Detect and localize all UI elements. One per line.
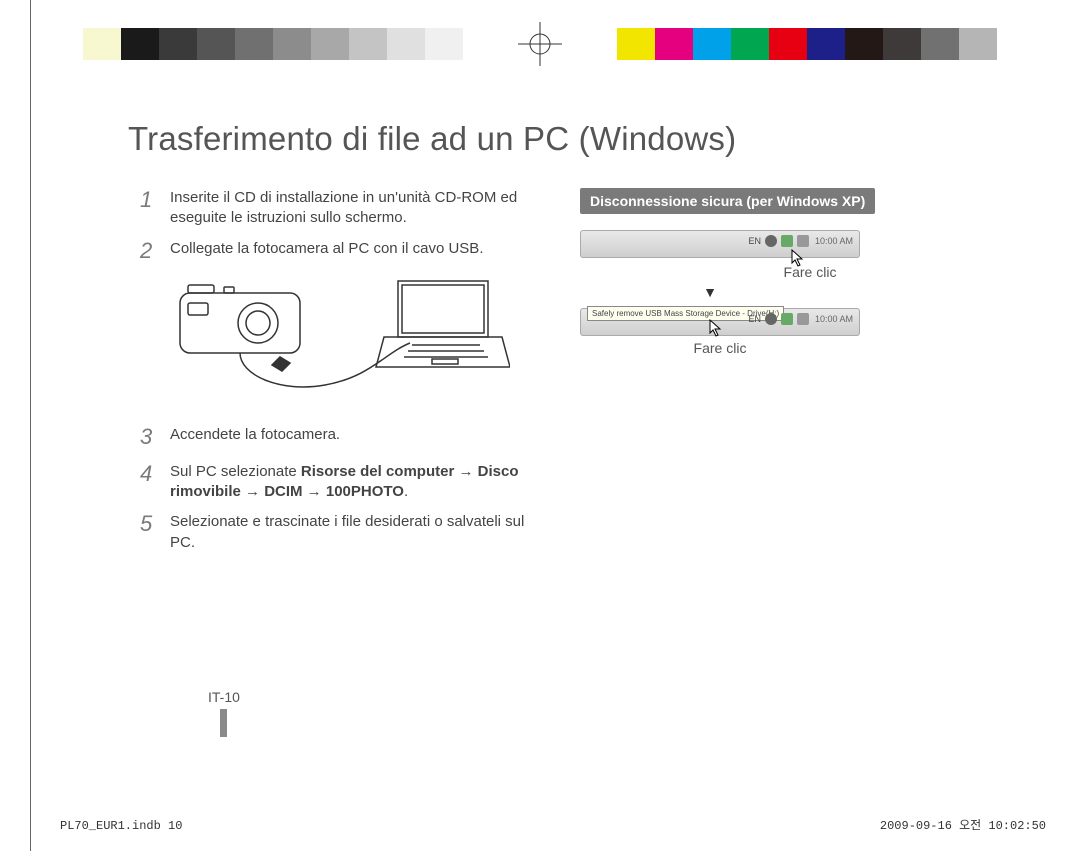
tray-brand-icon — [765, 235, 777, 247]
color-swatch — [349, 28, 387, 60]
tray-clock: 10:00 AM — [815, 314, 853, 324]
color-swatch — [273, 28, 311, 60]
step-bold: Risorse del computer — [301, 463, 454, 480]
color-swatch — [159, 28, 197, 60]
step-text: Selezionate e trascinate i file desidera… — [170, 512, 540, 553]
arrow-down-icon: ▼ — [700, 284, 720, 300]
color-swatch — [731, 28, 769, 60]
cursor-icon — [791, 249, 805, 267]
color-swatch — [807, 28, 845, 60]
step-text-prefix: Sul PC selezionate — [170, 463, 301, 480]
page-content: Trasferimento di file ad un PC (Windows)… — [60, 100, 1020, 791]
color-swatch — [997, 28, 1035, 60]
color-bar — [45, 28, 501, 60]
taskbar-screenshot-1: EN 10:00 AM — [580, 230, 860, 258]
safely-remove-icon — [781, 313, 793, 325]
page-number: IT-10 — [208, 689, 240, 737]
color-swatch — [579, 28, 617, 60]
color-swatch — [463, 28, 501, 60]
color-swatch — [387, 28, 425, 60]
color-swatch — [655, 28, 693, 60]
step-text: Collegate la fotocamera al PC con il cav… — [170, 239, 540, 266]
step-text: Inserite il CD di installazione in un'un… — [170, 188, 540, 229]
content-columns: 1 Inserite il CD di installazione in un'… — [140, 188, 1020, 563]
color-swatch — [45, 28, 83, 60]
cursor-icon — [709, 319, 723, 337]
step-5: 5 Selezionate e trascinate i file deside… — [140, 512, 540, 553]
color-swatch — [311, 28, 349, 60]
color-swatch — [121, 28, 159, 60]
camera-laptop-illustration — [170, 275, 510, 405]
step-number: 5 — [140, 509, 156, 553]
page-number-bar — [220, 709, 227, 737]
step-3: 3 Accendete la fotocamera. — [140, 425, 540, 452]
color-swatch — [197, 28, 235, 60]
step-1: 1 Inserite il CD di installazione in un'… — [140, 188, 540, 229]
color-swatch — [845, 28, 883, 60]
step-text: Accendete la fotocamera. — [170, 425, 540, 452]
lang-indicator: EN — [748, 236, 761, 246]
color-swatch — [769, 28, 807, 60]
color-swatch — [959, 28, 997, 60]
click-caption: Fare clic — [760, 264, 860, 280]
color-swatch — [235, 28, 273, 60]
step-2: 2 Collegate la fotocamera al PC con il c… — [140, 239, 540, 266]
printer-marks — [0, 28, 1080, 68]
color-swatch — [693, 28, 731, 60]
color-swatch — [83, 28, 121, 60]
click-caption: Fare clic — [670, 340, 770, 356]
system-tray: EN 10:00 AM — [748, 313, 853, 325]
footer-timestamp: 2009-09-16 오전 10:02:50 — [880, 816, 1046, 833]
footer-filename: PL70_EUR1.indb 10 — [60, 819, 182, 833]
step-arrow: → — [454, 463, 477, 480]
color-swatch — [883, 28, 921, 60]
page-number-text: IT-10 — [208, 689, 240, 705]
tray-brand-icon — [765, 313, 777, 325]
color-bar — [579, 28, 1035, 60]
step-text: Sul PC selezionate Risorse del computer … — [170, 462, 540, 503]
page-title: Trasferimento di file ad un PC (Windows) — [128, 120, 1020, 158]
safely-remove-icon — [781, 235, 793, 247]
step-number: 2 — [140, 236, 156, 266]
step-text-suffix: . — [404, 483, 408, 500]
tray-icon — [797, 313, 809, 325]
tray-icon — [797, 235, 809, 247]
system-tray: EN 10:00 AM — [748, 235, 853, 247]
tray-clock: 10:00 AM — [815, 236, 853, 246]
registration-mark-icon — [518, 22, 562, 66]
crop-mark-left — [30, 0, 31, 851]
step-number: 4 — [140, 459, 156, 503]
lang-indicator: EN — [748, 314, 761, 324]
step-number: 1 — [140, 185, 156, 229]
steps-column: 1 Inserite il CD di installazione in un'… — [140, 188, 540, 563]
color-swatch — [921, 28, 959, 60]
color-swatch — [617, 28, 655, 60]
step-number: 3 — [140, 422, 156, 452]
color-swatch — [425, 28, 463, 60]
step-4: 4 Sul PC selezionate Risorse del compute… — [140, 462, 540, 503]
taskbar-screenshot-2: Safely remove USB Mass Storage Device - … — [580, 308, 860, 336]
disconnect-callout: Disconnessione sicura (per Windows XP) — [580, 188, 875, 214]
disconnect-column: Disconnessione sicura (per Windows XP) E… — [580, 188, 900, 563]
